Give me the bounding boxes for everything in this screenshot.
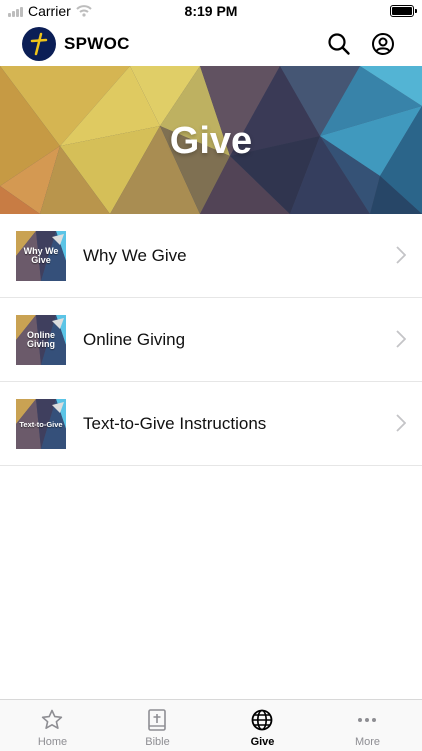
item-label: Online Giving <box>83 330 186 349</box>
app-header: SPWOC <box>0 22 422 66</box>
search-button[interactable] <box>327 32 351 56</box>
item-thumbnail: Why We Give <box>16 231 66 281</box>
battery-icon <box>390 5 417 17</box>
item-thumbnail: Online Giving <box>16 315 66 365</box>
app-logo <box>22 27 56 61</box>
list-item-text-to-give[interactable]: Text-to-Give Text-to-Give Instructions <box>0 382 422 466</box>
item-thumbnail: Text-to-Give <box>16 399 66 449</box>
tab-more[interactable]: More <box>315 700 420 751</box>
tab-label: Home <box>37 736 68 748</box>
globe-icon <box>251 709 273 731</box>
tab-label: Give <box>250 736 275 748</box>
tab-give[interactable]: Give <box>210 700 315 751</box>
chevron-right-icon <box>396 246 406 264</box>
give-banner: Give <box>0 66 422 214</box>
banner-title: Give <box>169 120 253 162</box>
tab-label: More <box>354 736 381 748</box>
search-icon <box>328 33 350 55</box>
tab-home[interactable]: Home <box>0 700 105 751</box>
chevron-right-icon <box>396 330 406 348</box>
status-time: 8:19 PM <box>184 3 238 19</box>
thumbnail-text: Online Giving <box>26 330 55 349</box>
more-icon <box>358 718 376 722</box>
item-label: Text-to-Give Instructions <box>83 414 267 433</box>
cross-logo-icon <box>30 32 48 56</box>
give-list: Why We Give Why We Give Online Giving On… <box>0 214 422 466</box>
list-item-online-giving[interactable]: Online Giving Online Giving <box>0 298 422 382</box>
status-bar: Carrier 8:19 PM <box>0 0 422 22</box>
tab-bible[interactable]: Bible <box>105 700 210 751</box>
tab-bar: Home Bible Give More <box>0 699 422 751</box>
account-button[interactable] <box>371 32 395 56</box>
tab-label: Bible <box>145 736 170 748</box>
item-label: Why We Give <box>83 246 187 265</box>
list-item-why-we-give[interactable]: Why We Give Why We Give <box>0 214 422 298</box>
account-icon <box>372 33 394 55</box>
thumbnail-text: Why We Give <box>23 246 59 265</box>
chevron-right-icon <box>396 414 406 432</box>
app-title: SPWOC <box>64 34 130 53</box>
bible-icon <box>148 709 166 731</box>
thumbnail-text: Text-to-Give <box>19 419 63 429</box>
star-icon <box>41 709 63 729</box>
